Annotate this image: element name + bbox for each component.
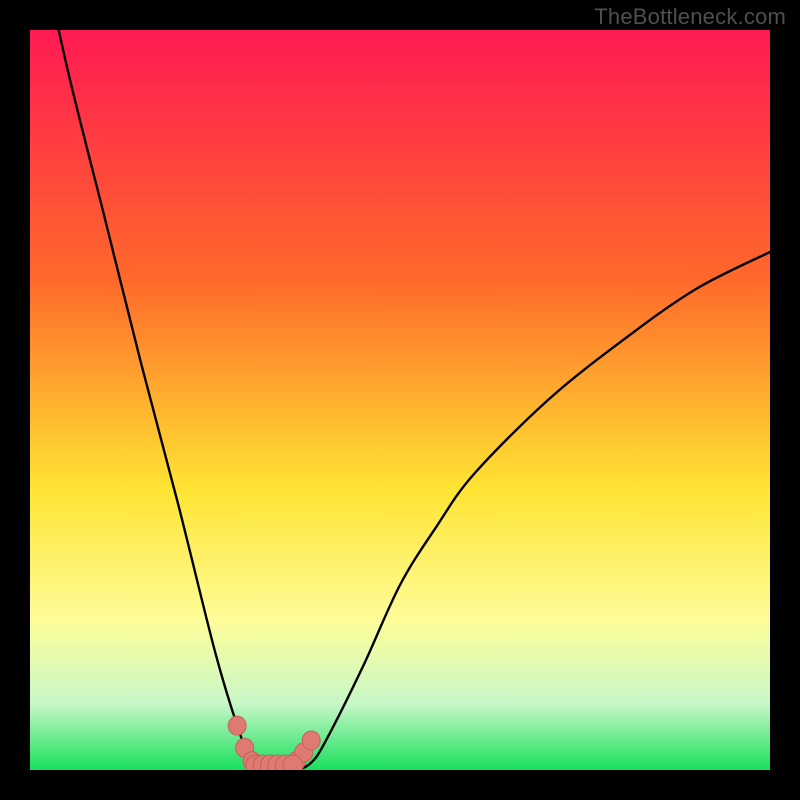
marker-left	[228, 716, 246, 735]
marker-right	[302, 731, 320, 750]
chart-gradient-bg	[30, 30, 770, 770]
chart-frame: TheBottleneck.com	[0, 0, 800, 800]
watermark-text: TheBottleneck.com	[594, 4, 786, 30]
bottleneck-chart	[0, 0, 800, 800]
